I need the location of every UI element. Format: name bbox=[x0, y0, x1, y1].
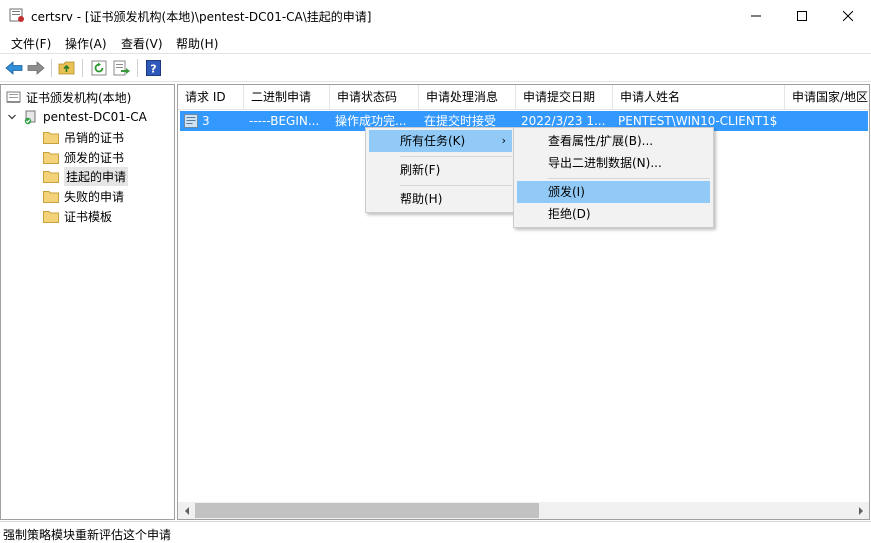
tree-item-label: 挂起的申请 bbox=[64, 166, 129, 186]
forward-icon[interactable] bbox=[26, 58, 46, 78]
folder-icon bbox=[43, 210, 59, 223]
context-item-help[interactable]: 帮助(H) bbox=[369, 188, 512, 210]
submenu-item-label: 查看属性/扩展(B)... bbox=[548, 134, 654, 148]
tree-item-label: 颁发的证书 bbox=[64, 150, 125, 165]
toolbar-separator bbox=[82, 59, 83, 77]
title-bar: certsrv - [证书颁发机构(本地)\pentest-DC01-CA\挂起… bbox=[0, 0, 871, 31]
ca-server-check-icon bbox=[24, 110, 36, 124]
submenu-item-label: 颁发(I) bbox=[548, 185, 585, 199]
back-icon[interactable] bbox=[4, 58, 24, 78]
menu-bar: 文件(F) 操作(A) 查看(V) 帮助(H) bbox=[0, 31, 871, 53]
menu-file[interactable]: 文件(F) bbox=[11, 35, 51, 52]
column-header-date[interactable]: 申请提交日期 bbox=[516, 85, 613, 110]
status-text: 强制策略模块重新评估这个申请 bbox=[3, 528, 172, 542]
submenu-item-issue[interactable]: 颁发(I) bbox=[517, 181, 710, 203]
export-list-icon[interactable] bbox=[112, 58, 132, 78]
submenu-item-deny[interactable]: 拒绝(D) bbox=[517, 203, 710, 225]
column-header-country[interactable]: 申请国家/地区 bbox=[785, 85, 869, 110]
submenu-item-label: 拒绝(D) bbox=[548, 207, 591, 221]
svg-text:?: ? bbox=[150, 63, 156, 76]
scroll-left-icon[interactable] bbox=[178, 502, 195, 519]
menu-separator bbox=[400, 185, 512, 186]
menu-separator bbox=[548, 178, 710, 179]
context-item-refresh[interactable]: 刷新(F) bbox=[369, 159, 512, 181]
status-bar: 强制策略模块重新评估这个申请 bbox=[0, 521, 871, 543]
horizontal-scrollbar[interactable] bbox=[178, 502, 869, 519]
certificate-authority-icon bbox=[6, 91, 21, 103]
help-icon[interactable]: ? bbox=[143, 58, 163, 78]
tree-item-label: 证书模板 bbox=[64, 209, 113, 224]
context-item-label: 刷新(F) bbox=[400, 163, 441, 177]
column-header-row: 请求 ID 二进制申请 申请状态码 申请处理消息 申请提交日期 申请人姓名 申请… bbox=[178, 85, 869, 110]
toolbar-separator bbox=[51, 59, 52, 77]
folder-icon bbox=[43, 170, 59, 183]
submenu-item-view-attributes[interactable]: 查看属性/扩展(B)... bbox=[517, 130, 710, 152]
up-folder-icon[interactable] bbox=[57, 58, 77, 78]
cell-request-id: 3 bbox=[202, 114, 210, 128]
scrollbar-thumb[interactable] bbox=[195, 503, 539, 518]
folder-icon bbox=[43, 190, 59, 203]
tree-item-issued[interactable]: 颁发的证书 bbox=[43, 148, 124, 166]
submenu-item-label: 导出二进制数据(N)... bbox=[548, 156, 662, 170]
context-item-all-tasks[interactable]: 所有任务(K) › bbox=[369, 130, 512, 152]
close-button[interactable] bbox=[825, 0, 871, 31]
tree-item-label: 吊销的证书 bbox=[64, 130, 125, 145]
menu-action[interactable]: 操作(A) bbox=[65, 35, 107, 52]
tree-item-label: 失败的申请 bbox=[64, 189, 125, 204]
context-item-label: 帮助(H) bbox=[400, 192, 443, 206]
scroll-right-icon[interactable] bbox=[852, 502, 869, 519]
column-header-status-code[interactable]: 申请状态码 bbox=[330, 85, 419, 110]
console-tree: 证书颁发机构(本地) pentest-DC01-CA 吊销的证书 颁发的证书 挂… bbox=[0, 84, 175, 520]
tree-root-label: 证书颁发机构(本地) bbox=[26, 90, 132, 105]
cell-country bbox=[790, 111, 868, 131]
folder-icon bbox=[43, 151, 59, 164]
tree-item-revoked[interactable]: 吊销的证书 bbox=[43, 128, 124, 146]
folder-icon bbox=[43, 131, 59, 144]
submenu-item-export-binary[interactable]: 导出二进制数据(N)... bbox=[517, 152, 710, 174]
tree-node-ca[interactable]: pentest-DC01-CA bbox=[7, 108, 147, 126]
tree-item-pending[interactable]: 挂起的申请 bbox=[43, 166, 129, 186]
menu-separator bbox=[400, 156, 512, 157]
tree-ca-label: pentest-DC01-CA bbox=[43, 110, 147, 124]
cell-binary: -----BEGIN... bbox=[249, 114, 320, 128]
submenu-arrow-icon: › bbox=[501, 134, 506, 147]
column-header-requester[interactable]: 申请人姓名 bbox=[613, 85, 785, 110]
minimize-button[interactable] bbox=[733, 0, 779, 31]
context-item-label: 所有任务(K) bbox=[400, 134, 466, 148]
refresh-icon[interactable] bbox=[89, 58, 109, 78]
column-header-message[interactable]: 申请处理消息 bbox=[419, 85, 516, 110]
certsrv-app-icon bbox=[9, 7, 26, 23]
tree-item-templates[interactable]: 证书模板 bbox=[43, 207, 112, 225]
submenu-all-tasks: 查看属性/扩展(B)... 导出二进制数据(N)... 颁发(I) 拒绝(D) bbox=[513, 127, 714, 228]
chevron-down-icon[interactable] bbox=[7, 112, 17, 122]
toolbar: ? bbox=[0, 53, 871, 82]
column-header-request-id[interactable]: 请求 ID bbox=[178, 85, 244, 110]
tree-root-ca-local[interactable]: 证书颁发机构(本地) bbox=[6, 88, 131, 106]
toolbar-separator bbox=[137, 59, 138, 77]
window-title: certsrv - [证书颁发机构(本地)\pentest-DC01-CA\挂起… bbox=[31, 10, 372, 24]
menu-help[interactable]: 帮助(H) bbox=[176, 35, 218, 52]
certificate-request-icon bbox=[184, 114, 198, 128]
tree-item-failed[interactable]: 失败的申请 bbox=[43, 187, 124, 205]
menu-view[interactable]: 查看(V) bbox=[121, 35, 163, 52]
maximize-button[interactable] bbox=[779, 0, 825, 31]
context-menu: 所有任务(K) › 刷新(F) 帮助(H) bbox=[365, 127, 516, 213]
column-header-binary[interactable]: 二进制申请 bbox=[244, 85, 330, 110]
